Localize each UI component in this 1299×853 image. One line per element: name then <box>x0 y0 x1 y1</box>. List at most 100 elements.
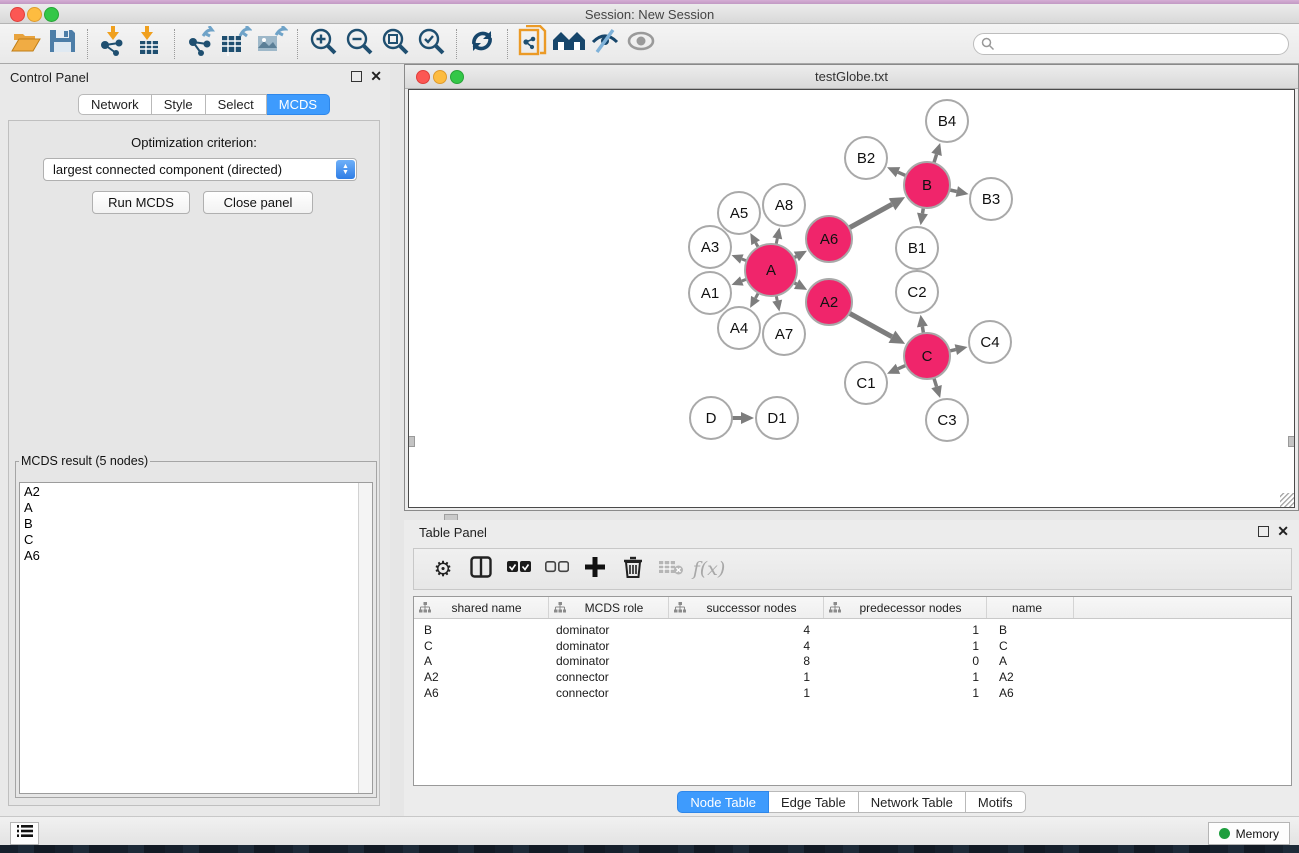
close-panel-button[interactable]: Close panel <box>203 191 313 214</box>
show-selected-button[interactable] <box>623 27 659 61</box>
table-cell[interactable]: C <box>987 639 1074 655</box>
mcds-result-item[interactable]: B <box>20 516 358 532</box>
table-cell[interactable]: A <box>414 654 549 670</box>
table-row[interactable]: A6connector11A6 <box>414 686 1291 702</box>
mcds-result-item[interactable]: A <box>20 500 358 516</box>
main-toolbar <box>0 24 1299 64</box>
tab-network-table[interactable]: Network Table <box>859 791 966 813</box>
table-row[interactable]: Adominator80A <box>414 654 1291 670</box>
add-row-button[interactable] <box>578 552 612 586</box>
mcds-result-item[interactable]: A2 <box>20 484 358 500</box>
table-cell[interactable]: 4 <box>669 623 824 639</box>
mcds-result-item[interactable]: C <box>20 532 358 548</box>
zoom-selected-button[interactable] <box>413 27 449 61</box>
resize-grip[interactable] <box>1288 436 1295 447</box>
select-all-button[interactable] <box>502 552 536 586</box>
tab-edge-table[interactable]: Edge Table <box>769 791 859 813</box>
refresh-button[interactable] <box>464 27 500 61</box>
tab-mcds[interactable]: MCDS <box>267 94 330 115</box>
table-cell[interactable]: 1 <box>824 623 987 639</box>
table-cell[interactable]: connector <box>549 670 669 686</box>
table-cell[interactable]: 1 <box>669 686 824 702</box>
table-cell[interactable]: 4 <box>669 639 824 655</box>
deselect-all-button[interactable] <box>540 552 574 586</box>
zoom-in-button[interactable] <box>305 27 341 61</box>
tab-motifs[interactable]: Motifs <box>966 791 1026 813</box>
mcds-list-scrollbar[interactable] <box>358 483 372 793</box>
table-cell[interactable]: B <box>987 623 1074 639</box>
import-table-button[interactable] <box>131 27 167 61</box>
delete-table-button[interactable] <box>654 552 688 586</box>
criterion-select[interactable]: largest connected component (directed) ▲… <box>43 158 357 181</box>
hide-selected-button[interactable] <box>587 27 623 61</box>
table-cell[interactable]: C <box>414 639 549 655</box>
column-visibility-button[interactable] <box>464 552 498 586</box>
table-cell[interactable]: 8 <box>669 654 824 670</box>
table-cell[interactable]: 1 <box>824 639 987 655</box>
import-network-button[interactable] <box>95 27 131 61</box>
network-from-file-button[interactable] <box>515 27 551 61</box>
zoom-out-button[interactable] <box>341 27 377 61</box>
column-header-mcds-role[interactable]: MCDS role <box>549 597 669 618</box>
float-panel-icon[interactable] <box>1258 526 1269 537</box>
zoom-fit-button[interactable] <box>377 27 413 61</box>
column-header-predecessor-nodes[interactable]: predecessor nodes <box>824 597 987 618</box>
resize-grip[interactable] <box>1280 493 1294 507</box>
memory-button[interactable]: Memory <box>1208 822 1290 845</box>
float-panel-icon[interactable] <box>351 71 362 82</box>
table-cell[interactable]: dominator <box>549 654 669 670</box>
export-table-icon <box>220 26 252 61</box>
hierarchy-icon <box>674 602 686 613</box>
table-cell[interactable]: 0 <box>824 654 987 670</box>
network-canvas[interactable]: B4B2BB3A5A8A6A3AB1A1C2A2A4A7CC4C1C3DD1 <box>408 89 1295 508</box>
table-cell[interactable]: A <box>987 654 1074 670</box>
column-header-name[interactable]: name <box>987 597 1074 618</box>
column-header-successor-nodes[interactable]: successor nodes <box>669 597 824 618</box>
tab-node-table[interactable]: Node Table <box>677 791 769 813</box>
network-window-titlebar[interactable]: testGlobe.txt <box>405 65 1298 89</box>
table-settings-button[interactable]: ⚙ <box>426 552 460 586</box>
graph-edge-arrow-icon <box>955 344 968 355</box>
export-network-button[interactable] <box>182 27 218 61</box>
open-file-button[interactable] <box>8 27 44 61</box>
close-panel-icon[interactable]: ✕ <box>1277 525 1289 537</box>
tab-style[interactable]: Style <box>152 94 206 115</box>
home-button[interactable] <box>551 27 587 61</box>
function-builder-button[interactable]: f(x) <box>692 552 726 586</box>
table-cell[interactable]: A2 <box>414 670 549 686</box>
control-panel-title: Control Panel <box>10 70 89 85</box>
table-cell[interactable]: dominator <box>549 623 669 639</box>
graph-edge-arrow-icon <box>772 300 782 312</box>
tab-network[interactable]: Network <box>78 94 152 115</box>
search-input[interactable] <box>973 33 1289 55</box>
delete-row-button[interactable] <box>616 552 650 586</box>
column-header-shared-name[interactable]: shared name <box>414 597 549 618</box>
network-from-file-icon <box>518 25 548 62</box>
table-row[interactable]: Bdominator41B <box>414 623 1291 639</box>
table-cell[interactable]: A6 <box>414 686 549 702</box>
export-table-button[interactable] <box>218 27 254 61</box>
graph-node-label: A8 <box>775 197 793 214</box>
resize-grip[interactable] <box>408 436 415 447</box>
run-mcds-button[interactable]: Run MCDS <box>92 191 190 214</box>
table-row[interactable]: A2connector11A2 <box>414 670 1291 686</box>
graph-node-label: A <box>766 262 776 279</box>
table-cell[interactable]: 1 <box>669 670 824 686</box>
table-cell[interactable]: A2 <box>987 670 1074 686</box>
table-cell[interactable]: 1 <box>824 670 987 686</box>
tab-select[interactable]: Select <box>206 94 267 115</box>
table-cell[interactable]: B <box>414 623 549 639</box>
table-cell[interactable]: A6 <box>987 686 1074 702</box>
save-session-button[interactable] <box>44 27 80 61</box>
table-cell[interactable]: 1 <box>824 686 987 702</box>
network-graph[interactable]: B4B2BB3A5A8A6A3AB1A1C2A2A4A7CC4C1C3DD1 <box>409 90 1295 508</box>
mcds-result-item[interactable]: A6 <box>20 548 358 564</box>
app-titlebar[interactable]: Session: New Session <box>0 4 1299 24</box>
table-cell[interactable]: dominator <box>549 639 669 655</box>
export-image-button[interactable] <box>254 27 290 61</box>
graph-node-label: C4 <box>980 334 999 351</box>
close-panel-icon[interactable]: ✕ <box>370 70 382 82</box>
table-row[interactable]: Cdominator41C <box>414 639 1291 655</box>
table-cell[interactable]: connector <box>549 686 669 702</box>
task-history-button[interactable] <box>10 822 39 845</box>
